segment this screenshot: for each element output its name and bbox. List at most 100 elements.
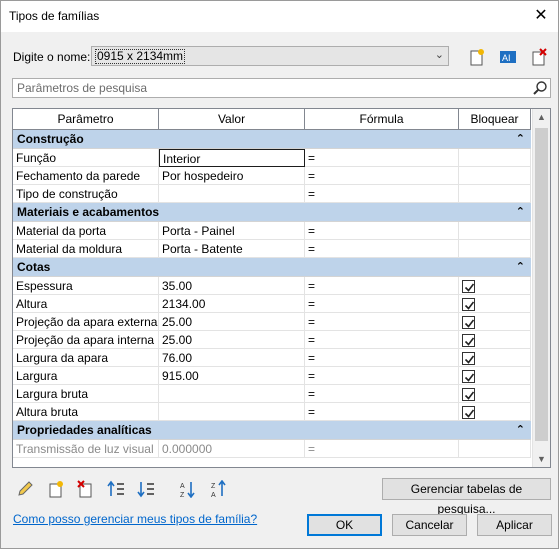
parameter-row[interactable]: Transmissão de luz visual 0.000000 = [13,440,531,458]
svg-text:Z: Z [211,483,216,490]
parameter-row[interactable]: Largura bruta = [13,385,531,403]
collapse-chevron-icon[interactable]: ⌃ [516,258,525,277]
scrollbar-thumb[interactable] [535,128,548,441]
search-input[interactable] [13,79,523,97]
lock-checkbox[interactable] [462,316,475,329]
parameter-formula-cell[interactable]: = [305,440,459,458]
scroll-down-icon[interactable]: ▼ [537,454,546,464]
column-header-value[interactable]: Valor [159,109,305,129]
move-up-icon[interactable] [107,480,125,498]
parameter-value-cell[interactable]: 25.00 [159,331,305,349]
parameter-row[interactable]: Largura da apara 76.00 = [13,349,531,367]
new-type-icon[interactable] [468,48,486,66]
parameter-value-cell[interactable] [159,185,305,203]
parameter-formula-cell[interactable]: = [305,277,459,295]
chevron-down-icon[interactable]: ⌄ [435,48,444,61]
group-header-row[interactable]: Cotas ⌃ [13,258,531,277]
parameter-row[interactable]: Altura bruta = [13,403,531,421]
column-header-parameter[interactable]: Parâmetro [13,109,159,129]
type-name-value: 0915 x 2134mm [95,49,186,64]
edit-parameter-icon[interactable] [16,480,34,498]
parameter-value-cell[interactable] [159,403,305,421]
column-header-lock[interactable]: Bloquear [459,109,531,129]
cancel-button[interactable]: Cancelar [392,514,467,536]
collapse-chevron-icon[interactable]: ⌃ [516,203,525,222]
vertical-scrollbar[interactable]: ▲ ▼ [532,109,550,467]
checkmark-icon [464,391,475,400]
parameter-formula-cell[interactable]: = [305,403,459,421]
parameter-value-cell[interactable]: Por hospedeiro [159,167,305,185]
group-header-row[interactable]: Propriedades analíticas ⌃ [13,421,531,440]
parameter-name-cell: Altura bruta [13,403,159,421]
parameter-row[interactable]: Altura 2134.00 = [13,295,531,313]
lock-checkbox[interactable] [462,388,475,401]
apply-button[interactable]: Aplicar [477,514,552,536]
column-header-formula[interactable]: Fórmula [305,109,459,129]
rename-type-icon[interactable]: AI [499,48,517,66]
new-parameter-icon[interactable] [47,480,65,498]
search-icon[interactable] [532,80,548,96]
sort-descending-icon[interactable]: Z A [210,480,228,498]
lock-checkbox[interactable] [462,280,475,293]
parameter-value-cell[interactable]: 25.00 [159,313,305,331]
delete-parameter-icon[interactable] [77,480,95,498]
parameter-row[interactable]: Função Interior = [13,149,531,167]
lock-checkbox[interactable] [462,370,475,383]
lock-cell [459,167,531,185]
group-header-row[interactable]: Construção ⌃ [13,130,531,149]
svg-text:Z: Z [180,492,185,498]
parameter-name-cell: Função [13,149,159,167]
manage-lookup-tables-button[interactable]: Gerenciar tabelas de pesquisa... [382,478,551,516]
sort-ascending-icon[interactable]: A Z [179,480,197,498]
parameter-row[interactable]: Material da porta Porta - Painel = [13,222,531,240]
collapse-chevron-icon[interactable]: ⌃ [516,130,525,149]
parameter-value-cell[interactable]: 35.00 [159,277,305,295]
parameter-formula-cell[interactable]: = [305,349,459,367]
parameter-row[interactable]: Espessura 35.00 = [13,277,531,295]
parameter-value-cell[interactable]: 0.000000 [159,440,305,458]
parameter-formula-cell[interactable]: = [305,331,459,349]
lock-cell [459,185,531,203]
lock-checkbox[interactable] [462,334,475,347]
parameter-formula-cell[interactable]: = [305,149,459,167]
parameter-formula-cell[interactable]: = [305,385,459,403]
parameter-formula-cell[interactable]: = [305,222,459,240]
parameter-row[interactable]: Largura 915.00 = [13,367,531,385]
lock-checkbox[interactable] [462,352,475,365]
type-name-dropdown[interactable]: 0915 x 2134mm ⌄ [91,46,449,66]
help-link[interactable]: Como posso gerenciar meus tipos de famíl… [13,512,257,526]
group-header-row[interactable]: Materiais e acabamentos ⌃ [13,203,531,222]
search-box [12,78,551,98]
parameter-row[interactable]: Material da moldura Porta - Batente = [13,240,531,258]
lock-checkbox[interactable] [462,298,475,311]
ok-button[interactable]: OK [307,514,382,536]
parameter-formula-cell[interactable]: = [305,240,459,258]
lock-checkbox[interactable] [462,406,475,419]
checkmark-icon [464,373,475,382]
parameter-row[interactable]: Tipo de construção = [13,185,531,203]
parameter-formula-cell[interactable]: = [305,313,459,331]
parameter-value-cell[interactable]: Porta - Painel [159,222,305,240]
parameter-value-cell[interactable]: 76.00 [159,349,305,367]
grid-header: Parâmetro Valor Fórmula Bloquear [13,109,531,130]
parameter-value-cell[interactable] [159,385,305,403]
collapse-chevron-icon[interactable]: ⌃ [516,421,525,440]
parameter-formula-cell[interactable]: = [305,167,459,185]
parameter-value-cell[interactable]: Porta - Batente [159,240,305,258]
move-down-icon[interactable] [137,480,155,498]
parameter-name-cell: Largura da apara [13,349,159,367]
delete-type-icon[interactable] [530,48,548,66]
parameter-row[interactable]: Projeção da apara externa 25.00 = [13,313,531,331]
parameter-value-cell[interactable]: 915.00 [159,367,305,385]
checkmark-icon [464,319,475,328]
parameter-value-cell[interactable]: Interior [159,149,305,167]
parameter-row[interactable]: Fechamento da parede Por hospedeiro = [13,167,531,185]
scroll-up-icon[interactable]: ▲ [537,112,546,122]
parameter-formula-cell[interactable]: = [305,295,459,313]
parameter-value-cell[interactable]: 2134.00 [159,295,305,313]
close-icon[interactable]: ✕ [532,7,550,25]
parameter-formula-cell[interactable]: = [305,185,459,203]
parameter-formula-cell[interactable]: = [305,367,459,385]
parameter-name-cell: Largura bruta [13,385,159,403]
parameter-row[interactable]: Projeção da apara interna 25.00 = [13,331,531,349]
